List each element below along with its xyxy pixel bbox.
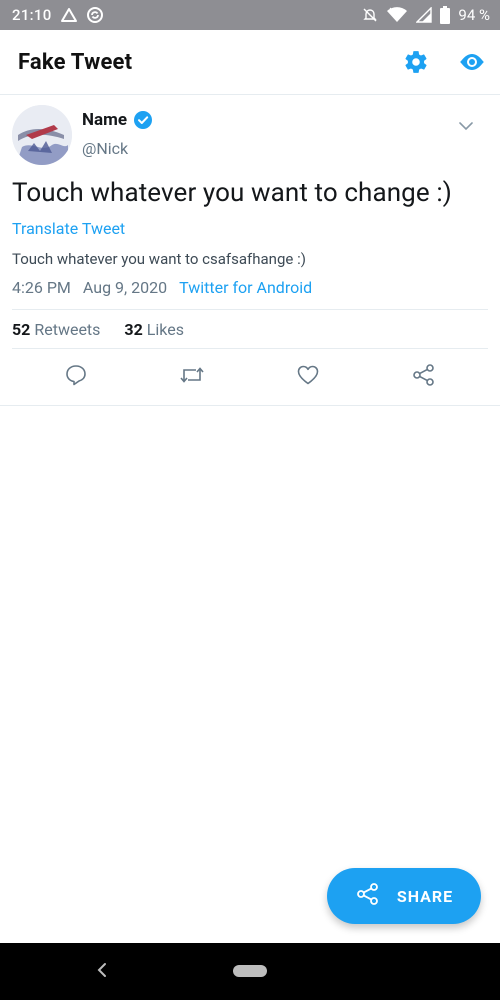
- page-title: Fake Tweet: [18, 49, 133, 75]
- triangle-icon: [60, 7, 78, 23]
- tweet-card: Name @Nick Touch whatever you want to ch…: [0, 96, 500, 401]
- reply-icon[interactable]: [56, 355, 96, 395]
- share-button[interactable]: SHARE: [327, 868, 481, 924]
- app-bar: Fake Tweet: [0, 30, 500, 94]
- name-row: Name: [82, 110, 153, 130]
- tweet-text[interactable]: Touch whatever you want to change :): [12, 177, 488, 209]
- tweet-name[interactable]: Name: [82, 110, 127, 130]
- system-nav-bar: [0, 943, 500, 1000]
- chevron-down-icon[interactable]: [458, 116, 474, 135]
- status-bar: 21:10 94 %: [0, 0, 500, 30]
- tweet-header: Name @Nick: [12, 96, 488, 174]
- status-time: 21:10: [12, 6, 52, 24]
- back-chevron-icon[interactable]: [92, 960, 112, 980]
- tweet-actions: [12, 349, 488, 401]
- likes-count: 32: [124, 319, 143, 339]
- translated-text[interactable]: Touch whatever you want to csafsafhange …: [12, 250, 488, 268]
- tweet-meta: 4:26 PM Aug 9, 2020 Twitter for Android: [12, 278, 488, 297]
- battery-icon: [440, 6, 451, 24]
- eye-icon[interactable]: [458, 48, 486, 76]
- retweets-label: Retweets: [34, 319, 101, 339]
- wifi-icon: [386, 7, 408, 23]
- status-right: 94 %: [362, 6, 490, 24]
- likes-label: Likes: [146, 319, 184, 339]
- status-left: 21:10: [12, 6, 104, 24]
- tweet-source[interactable]: Twitter for Android: [179, 278, 312, 297]
- retweet-icon[interactable]: [172, 355, 212, 395]
- share-icon[interactable]: [404, 355, 444, 395]
- tweet-handle[interactable]: @Nick: [82, 139, 153, 158]
- retweets-stat[interactable]: 52 Retweets: [12, 320, 100, 339]
- avatar[interactable]: [12, 105, 72, 165]
- signal-icon: [416, 7, 433, 23]
- battery-percent: 94 %: [458, 6, 490, 24]
- verified-badge-icon: [133, 110, 153, 130]
- tweet-identity: Name @Nick: [82, 110, 153, 174]
- mute-bell-icon: [362, 7, 378, 23]
- like-heart-icon[interactable]: [288, 355, 328, 395]
- tweet-date[interactable]: Aug 9, 2020: [83, 278, 167, 297]
- share-fab-icon: [355, 882, 381, 910]
- settings-icon[interactable]: [402, 48, 430, 76]
- share-button-label: SHARE: [396, 886, 454, 906]
- tweet-stats: 52 Retweets 32 Likes: [12, 310, 488, 348]
- tweet-time[interactable]: 4:26 PM: [12, 278, 71, 297]
- app-bar-actions: [402, 48, 486, 76]
- divider: [0, 405, 500, 406]
- retweets-count: 52: [12, 319, 31, 339]
- circle-sync-icon: [86, 6, 104, 24]
- home-pill[interactable]: [233, 965, 267, 977]
- translate-tweet-link[interactable]: Translate Tweet: [12, 219, 125, 238]
- likes-stat[interactable]: 32 Likes: [124, 320, 184, 339]
